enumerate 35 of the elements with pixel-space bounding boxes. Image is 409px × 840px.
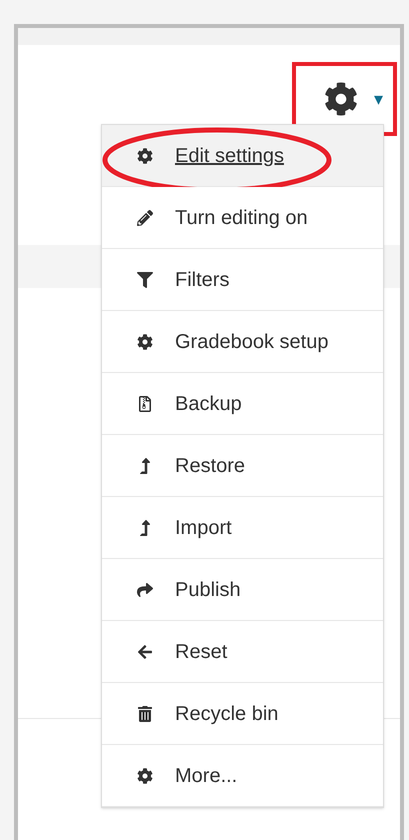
menu-item[interactable]: Turn editing on xyxy=(102,187,383,249)
arrow-up-icon xyxy=(137,458,153,474)
gear-icon xyxy=(137,768,153,784)
menu-item[interactable]: Import xyxy=(102,497,383,559)
menu-item[interactable]: Backup xyxy=(102,373,383,435)
menu-item[interactable]: Restore xyxy=(102,435,383,497)
curved-arrow-icon xyxy=(137,582,153,598)
trash-icon xyxy=(137,706,153,722)
menu-item-label: Edit settings xyxy=(175,144,284,168)
gear-icon xyxy=(137,148,153,164)
menu-item-label: Recycle bin xyxy=(175,702,278,726)
file-icon xyxy=(137,396,153,412)
menu-item[interactable]: Recycle bin xyxy=(102,683,383,745)
menu-item-label: Filters xyxy=(175,268,230,292)
menu-item-label: Gradebook setup xyxy=(175,330,328,354)
arrow-up-icon xyxy=(137,520,153,536)
menu-item-label: Reset xyxy=(175,640,228,664)
caret-icon: ▾ xyxy=(374,90,383,108)
menu-item-label: Backup xyxy=(175,392,242,416)
menu-item-label: Turn editing on xyxy=(175,206,308,230)
menu-item[interactable]: Reset xyxy=(102,621,383,683)
menu-item-label: Restore xyxy=(175,454,246,478)
menu-item-label: More... xyxy=(175,764,238,788)
menu-item-label: Import xyxy=(175,516,232,540)
menu-item[interactable]: Gradebook setup xyxy=(102,311,383,373)
settings-icon xyxy=(324,82,358,116)
menu-item[interactable]: Edit settings xyxy=(102,125,383,187)
arrow-left-icon xyxy=(137,644,153,660)
menu-item[interactable]: Publish xyxy=(102,559,383,621)
pencil-icon xyxy=(137,210,153,226)
menu-item-label: Publish xyxy=(175,578,241,602)
menu-item[interactable]: Filters xyxy=(102,249,383,311)
gear-icon xyxy=(137,334,153,350)
filter-icon xyxy=(137,272,153,288)
menu-item[interactable]: More... xyxy=(102,745,383,807)
